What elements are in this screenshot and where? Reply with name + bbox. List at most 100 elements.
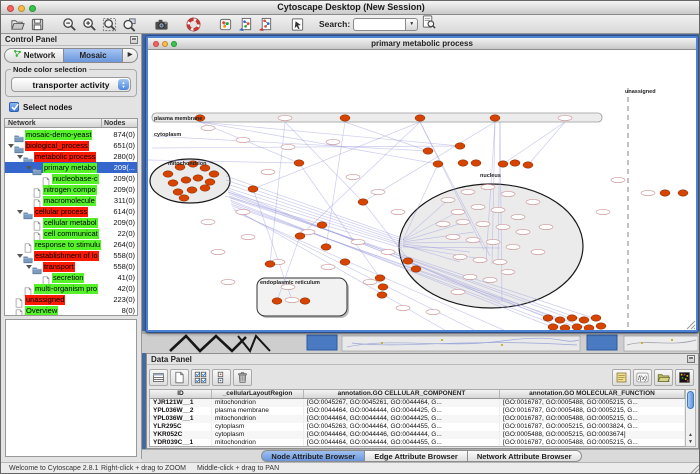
tab-overflow-button[interactable]: ▶ [123, 49, 137, 62]
network-node[interactable] [168, 180, 178, 186]
network-node[interactable] [201, 125, 215, 130]
tree-item-cell-communicat[interactable]: cell communicat22(0) [5, 228, 137, 239]
network-node[interactable] [548, 324, 558, 330]
network-node[interactable] [300, 298, 310, 304]
tree-item-response-to-stimulu[interactable]: response to stimulu264(0) [5, 239, 137, 250]
network-node[interactable] [490, 115, 500, 121]
table-row-ykr052c[interactable]: YKR052Ccytoplasm[GO:0044464, GO:0044446,… [150, 431, 685, 439]
app-resize-grip[interactable] [690, 464, 700, 474]
save-icon[interactable] [29, 16, 45, 32]
search-dropdown-icon[interactable]: ▼ [405, 18, 418, 31]
network-view-window[interactable]: primary metabolic process plasma membran… [146, 36, 698, 332]
network-node[interactable] [351, 239, 365, 244]
network-node[interactable] [371, 189, 385, 194]
network-node[interactable] [441, 197, 455, 202]
window-resize-grip[interactable] [686, 320, 696, 330]
network-node[interactable] [181, 177, 191, 183]
network-node[interactable] [423, 148, 433, 154]
network-node[interactable] [584, 325, 594, 330]
network-node[interactable] [211, 249, 225, 254]
network-node[interactable] [456, 219, 470, 224]
network-node[interactable] [261, 169, 275, 174]
tree-item-nucleobase-c[interactable]: nucleobase-c209(0) [5, 173, 137, 184]
network-node[interactable] [451, 209, 465, 214]
network-node[interactable] [641, 190, 655, 195]
network-node[interactable] [281, 144, 295, 149]
network-node[interactable] [567, 315, 577, 321]
open-file-icon[interactable] [9, 16, 25, 32]
network-node[interactable] [678, 190, 688, 196]
network-node[interactable] [506, 244, 520, 249]
network-node[interactable] [436, 221, 450, 226]
network-node[interactable] [611, 177, 625, 182]
disclosure-triangle-icon[interactable] [16, 210, 23, 214]
network-node[interactable] [201, 219, 215, 224]
tree-item-metabolic-process[interactable]: metabolic process280(0) [5, 151, 137, 162]
network-node[interactable] [358, 199, 368, 205]
network-node[interactable] [523, 162, 533, 168]
tree-item-nitrogen-compo[interactable]: nitrogen compo209(0) [5, 184, 137, 195]
network-node[interactable] [486, 239, 500, 244]
combo-stepper-icon[interactable]: ▲▼ [118, 79, 129, 90]
network-node[interactable] [179, 195, 189, 201]
network-node[interactable] [205, 179, 215, 185]
network-node[interactable] [396, 305, 410, 310]
network-node[interactable] [285, 297, 299, 302]
network-node[interactable] [378, 284, 388, 290]
select-attributes-button[interactable] [191, 369, 210, 386]
network-node[interactable] [209, 171, 219, 177]
zoom-in-icon[interactable] [81, 16, 97, 32]
network-node[interactable] [265, 261, 275, 267]
column-header-annotation-go-molecular-function[interactable]: annotation.GO MOLECULAR_FUNCTION [500, 390, 685, 398]
network-node[interactable] [278, 115, 292, 120]
tab-network-attribute-browser[interactable]: Network Attribute Browser [467, 450, 582, 462]
network-node[interactable] [193, 175, 203, 181]
attribute-table-button[interactable] [149, 369, 168, 386]
network-node[interactable] [531, 249, 545, 254]
network-node[interactable] [375, 275, 385, 281]
network-node[interactable] [558, 115, 572, 120]
network-node[interactable] [391, 209, 405, 214]
tree-item-multi-organism-pro[interactable]: multi-organism pro42(0) [5, 283, 137, 294]
network-node[interactable] [579, 317, 589, 323]
network-canvas[interactable]: plasma membranecytoplasmmitochondrionnuc… [148, 50, 696, 330]
node-color-select[interactable]: transporter activity ▲▼ [11, 77, 131, 92]
network-node[interactable] [516, 229, 530, 234]
tree-item-mosaic-demo-yeast[interactable]: mosaic-demo-yeast874(0) [5, 129, 137, 140]
tab-mosaic[interactable]: Mosaic [63, 49, 123, 62]
network-node[interactable] [461, 189, 475, 194]
network-node[interactable] [481, 184, 495, 189]
column-header-id[interactable]: ID [150, 390, 212, 398]
zoom-selected-icon[interactable] [121, 16, 137, 32]
tab-edge-attribute-browser[interactable]: Edge Attribute Browser [364, 450, 466, 462]
network-node[interactable] [248, 186, 258, 192]
network-node[interactable] [433, 161, 443, 167]
network-node[interactable] [236, 209, 250, 214]
network-node[interactable] [363, 279, 377, 284]
network-node[interactable] [455, 143, 465, 149]
table-row-ypl036w-2[interactable]: YPL036W__2plasma membrane[GO:0044464, GO… [150, 407, 685, 415]
network-node[interactable] [236, 137, 250, 142]
disclosure-triangle-icon[interactable] [7, 144, 14, 148]
network-node[interactable] [415, 115, 425, 121]
network-node[interactable] [596, 323, 606, 329]
zoom-out-icon[interactable] [61, 16, 77, 32]
network-node[interactable] [471, 160, 481, 166]
select-nodes-checkbox[interactable] [9, 102, 19, 112]
tree-item-secretion[interactable]: secretion41(0) [5, 272, 137, 283]
tree-item-cellular-process[interactable]: cellular process614(0) [5, 206, 137, 217]
tab-network[interactable]: Network [5, 49, 63, 62]
network-node[interactable] [466, 237, 480, 242]
network-node[interactable] [511, 214, 525, 219]
create-attribute-button[interactable] [170, 369, 189, 386]
import-network-icon[interactable] [237, 16, 253, 32]
search-advanced-icon[interactable] [420, 14, 436, 30]
import-attributes-icon[interactable] [257, 16, 273, 32]
notes-button[interactable] [612, 369, 631, 386]
search-input[interactable] [353, 18, 405, 31]
network-node[interactable] [221, 279, 235, 284]
network-node[interactable] [591, 315, 601, 321]
table-row-yjr121w-1[interactable]: YJR121W__1mitochondrion[GO:0045267, GO:0… [150, 399, 685, 407]
network-node[interactable] [163, 171, 173, 177]
network-node[interactable] [241, 234, 255, 239]
